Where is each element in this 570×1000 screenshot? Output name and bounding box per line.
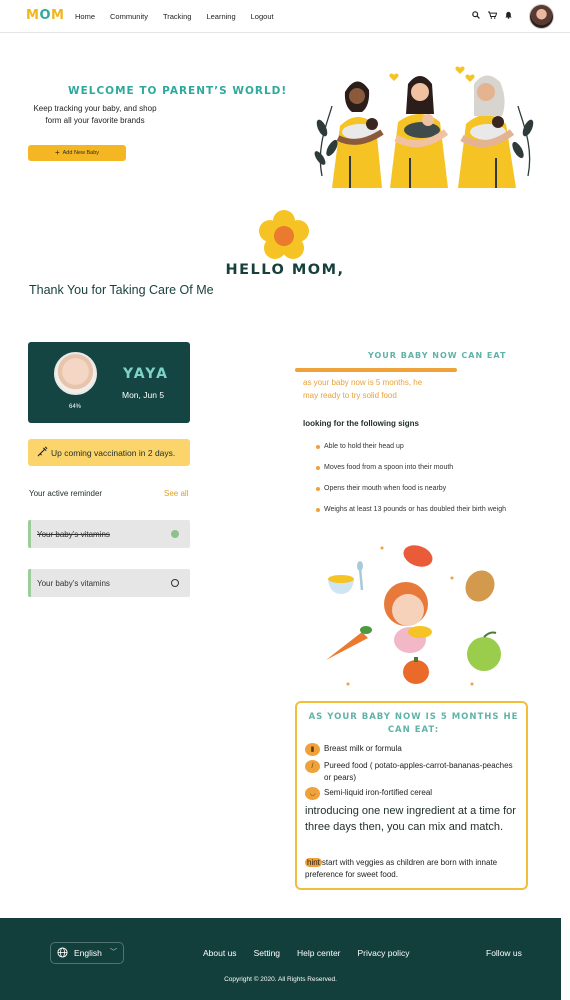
list-item-text: Breast milk or formula: [324, 744, 402, 753]
reminder-label: Your baby’s vitamins: [37, 578, 110, 588]
list-item: Moves food from a spoon into their mouth: [316, 464, 506, 485]
globe-icon: [57, 946, 68, 960]
nav-home[interactable]: Home: [75, 12, 95, 21]
cereal-bowl-icon: ◡: [305, 787, 320, 800]
syringe-icon: [37, 446, 48, 459]
chevron-down-icon: ﹀: [110, 949, 117, 956]
follow-us-link[interactable]: Follow us: [486, 948, 522, 958]
see-all-link[interactable]: See all: [164, 489, 188, 498]
baby-photo: [54, 352, 97, 395]
reminder-item[interactable]: Your baby’s vitamins: [28, 520, 190, 548]
header-icons: [472, 11, 512, 22]
hello-heading: HELLO MOM,: [225, 262, 345, 278]
logo-letter-3: M: [51, 8, 65, 23]
language-selector[interactable]: English ﹀: [50, 942, 124, 964]
reminder-item[interactable]: Your baby’s vitamins: [28, 569, 190, 597]
logo-letter-2: O: [39, 8, 51, 23]
hint-body: start with veggies as children are born …: [305, 858, 498, 879]
logo-letter-1: M: [26, 8, 40, 23]
nav-community[interactable]: Community: [110, 12, 148, 21]
footer-link-help[interactable]: Help center: [297, 948, 340, 958]
user-avatar[interactable]: [529, 4, 554, 29]
baby-profile-card[interactable]: 64% YAYA Mon, Jun 5: [28, 342, 190, 423]
add-new-baby-label: Add New Baby: [62, 150, 100, 156]
list-item-text: Pureed food ( potato-apples-carrot-banan…: [324, 761, 513, 782]
copyright-text: Copyright © 2020. All Rights Reserved.: [224, 976, 337, 983]
footer: English ﹀ About us Setting Help center P…: [0, 918, 561, 1000]
baby-date: Mon, Jun 5: [122, 390, 165, 400]
months-box-title: AS YOUR BABY NOW IS 5 MONTHS HE CAN EAT:: [308, 712, 519, 735]
search-icon[interactable]: [472, 11, 480, 22]
list-item: Opens their mouth when food is nearby: [316, 485, 506, 506]
baby-name: YAYA: [123, 366, 169, 382]
nav-learning[interactable]: Learning: [206, 12, 235, 21]
language-label: English: [74, 948, 102, 958]
vaccination-text: Up coming vaccination in 2 days.: [51, 447, 176, 458]
welcome-heading: WELCOME TO PARENT’S WORLD!: [68, 85, 288, 97]
footer-link-about[interactable]: About us: [203, 948, 237, 958]
nav-tracking[interactable]: Tracking: [163, 12, 191, 21]
footer-link-setting[interactable]: Setting: [254, 948, 280, 958]
can-eat-title: YOUR BABY NOW CAN EAT: [368, 351, 507, 360]
signs-list: Able to hold their head up Moves food fr…: [316, 443, 506, 527]
add-new-baby-button[interactable]: + Add New Baby: [28, 145, 126, 161]
reminder-label: Your baby’s vitamins: [37, 529, 110, 539]
reminder-open-checkbox[interactable]: [171, 579, 179, 587]
mom-logo[interactable]: MOM: [26, 8, 64, 23]
vaccination-alert[interactable]: Up coming vaccination in 2 days.: [28, 439, 190, 466]
flower-icon: [259, 210, 309, 259]
thank-you-text: Thank You for Taking Care Of Me: [29, 283, 214, 297]
baby-progress-label: 64%: [69, 404, 82, 410]
section-divider: [295, 368, 457, 372]
carrot-icon: /: [305, 760, 320, 773]
list-item: Able to hold their head up: [316, 443, 506, 464]
footer-link-privacy[interactable]: Privacy policy: [358, 948, 410, 958]
list-item: ◡ Semi-liquid iron-fortified cereal: [305, 787, 432, 800]
plus-icon: +: [54, 148, 60, 157]
list-item: ▮ Breast milk or formula: [305, 743, 402, 756]
bell-icon[interactable]: [505, 11, 512, 22]
bottle-icon: ▮: [305, 743, 320, 756]
five-months-food-box: AS YOUR BABY NOW IS 5 MONTHS HE CAN EAT:…: [295, 701, 528, 890]
hero-subtitle: Keep tracking your baby, and shop form a…: [33, 104, 157, 125]
list-item: Weighs at least 13 pounds or has doubled…: [316, 506, 506, 527]
introduce-ingredient-text: introducing one new ingredient at a time…: [305, 805, 516, 833]
hint-text: hint start with veggies as children are b…: [305, 857, 520, 881]
main-nav: Home Community Tracking Learning Logout: [75, 12, 274, 21]
mothers-illustration: [314, 66, 534, 188]
top-navbar: MOM Home Community Tracking Learning Log…: [0, 0, 570, 33]
hint-badge: hint: [305, 858, 322, 867]
ready-text: as your baby now is 5 months, he may rea…: [303, 378, 423, 400]
list-item: / Pureed food ( potato-apples-carrot-ban…: [305, 760, 520, 783]
reminders-title: Your active reminder: [29, 489, 103, 498]
nav-logout[interactable]: Logout: [251, 12, 274, 21]
reminder-done-checkbox[interactable]: [171, 530, 179, 538]
list-item-text: Semi-liquid iron-fortified cereal: [324, 788, 433, 797]
footer-links: About us Setting Help center Privacy pol…: [203, 948, 409, 958]
signs-title: looking for the following signs: [303, 419, 419, 428]
baby-food-illustration: [326, 545, 501, 686]
cart-icon[interactable]: [488, 11, 498, 22]
